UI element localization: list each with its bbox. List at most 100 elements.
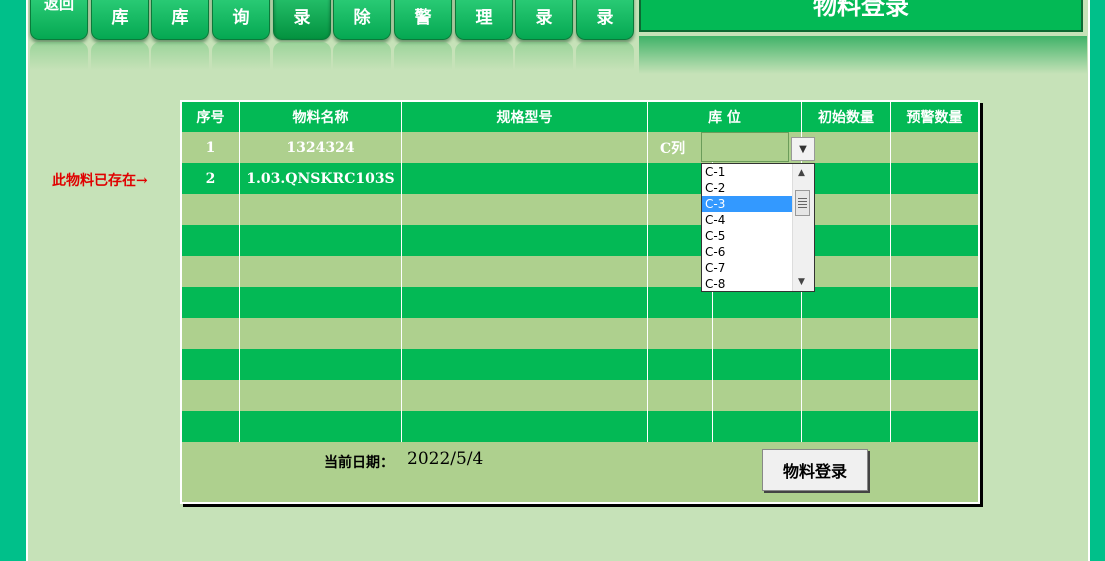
empty-cell[interactable] bbox=[801, 411, 891, 442]
cell-alert-qty[interactable] bbox=[890, 132, 980, 163]
empty-cell[interactable] bbox=[647, 380, 713, 411]
empty-cell[interactable] bbox=[890, 256, 980, 287]
dropdown-option[interactable]: C-4 bbox=[702, 212, 793, 228]
empty-cell[interactable] bbox=[180, 380, 240, 411]
empty-cell[interactable] bbox=[801, 318, 891, 349]
empty-cell[interactable] bbox=[401, 318, 648, 349]
empty-cell[interactable] bbox=[647, 349, 713, 380]
cell-alert-qty[interactable] bbox=[890, 163, 980, 194]
title-reflection bbox=[639, 36, 1087, 74]
location-combobox[interactable]: ▼ bbox=[701, 131, 815, 162]
empty-cell[interactable] bbox=[180, 411, 240, 442]
empty-cell[interactable] bbox=[239, 287, 402, 318]
empty-cell[interactable] bbox=[239, 380, 402, 411]
tab-back[interactable]: 返回 bbox=[30, 0, 88, 40]
cell-seq[interactable]: 2 bbox=[180, 163, 240, 194]
table-footer: 当前日期： 2022/5/4 物料登录 bbox=[181, 442, 979, 503]
material-register-button[interactable]: 物料登录 bbox=[762, 449, 868, 491]
tab-delete[interactable]: 除 bbox=[333, 0, 391, 40]
dropdown-option[interactable]: C-1 bbox=[702, 164, 793, 180]
worksheet: 返回 库 库 询 录 除 警 理 录 录 物料登录 此物料已存在→ 序号 物料名… bbox=[26, 0, 1090, 561]
scroll-down-icon[interactable]: ▼ bbox=[798, 277, 805, 287]
empty-cell[interactable] bbox=[712, 318, 802, 349]
empty-cell[interactable] bbox=[401, 256, 648, 287]
tab-manage[interactable]: 理 bbox=[455, 0, 513, 40]
cell-name[interactable]: 1.03.QNSKRC103S bbox=[239, 163, 402, 194]
empty-cell[interactable] bbox=[890, 287, 980, 318]
dropdown-option[interactable]: C-8 bbox=[702, 276, 793, 292]
tab-reflection bbox=[515, 42, 573, 70]
dropdown-scrollbar[interactable]: ▲ ▼ bbox=[792, 164, 814, 291]
empty-cell[interactable] bbox=[180, 318, 240, 349]
dropdown-option[interactable]: C-2 bbox=[702, 180, 793, 196]
empty-cell[interactable] bbox=[890, 349, 980, 380]
dropdown-option-selected[interactable]: C-3 bbox=[702, 196, 793, 212]
table-row bbox=[180, 380, 980, 411]
tab-record-out[interactable]: 录 bbox=[576, 0, 634, 40]
table-row bbox=[180, 349, 980, 380]
tab-inventory-2[interactable]: 库 bbox=[151, 0, 209, 40]
tab-reflection bbox=[394, 42, 452, 70]
empty-cell[interactable] bbox=[180, 256, 240, 287]
tab-reflection bbox=[151, 42, 209, 70]
dropdown-option[interactable]: C-5 bbox=[702, 228, 793, 244]
tab-register[interactable]: 录 bbox=[273, 0, 331, 40]
tab-record-in[interactable]: 录 bbox=[515, 0, 573, 40]
header-alert-qty: 预警数量 bbox=[890, 101, 980, 132]
dropdown-option[interactable]: C-6 bbox=[702, 244, 793, 260]
scroll-thumb[interactable] bbox=[795, 190, 810, 216]
header-initial-qty: 初始数量 bbox=[801, 101, 891, 132]
empty-cell[interactable] bbox=[180, 225, 240, 256]
empty-cell[interactable] bbox=[239, 349, 402, 380]
empty-cell[interactable] bbox=[401, 287, 648, 318]
table-header-row: 序号 物料名称 规格型号 库 位 初始数量 预警数量 bbox=[180, 101, 980, 132]
location-dropdown-list[interactable]: C-1 C-2 C-3 C-4 C-5 C-6 C-7 C-8 ▲ ▼ bbox=[701, 163, 815, 292]
table-row bbox=[180, 287, 980, 318]
empty-cell[interactable] bbox=[180, 194, 240, 225]
empty-cell[interactable] bbox=[239, 194, 402, 225]
tab-reflection bbox=[333, 42, 391, 70]
empty-cell[interactable] bbox=[239, 411, 402, 442]
table-row bbox=[180, 411, 980, 442]
empty-cell[interactable] bbox=[401, 194, 648, 225]
empty-cell[interactable] bbox=[890, 411, 980, 442]
empty-cell[interactable] bbox=[239, 256, 402, 287]
empty-cell[interactable] bbox=[401, 411, 648, 442]
material-table: 序号 物料名称 规格型号 库 位 初始数量 预警数量 1 1324324 C列 … bbox=[180, 100, 980, 504]
tab-reflection bbox=[576, 42, 634, 70]
table-row bbox=[180, 225, 980, 256]
tab-alert[interactable]: 警 bbox=[394, 0, 452, 40]
empty-cell[interactable] bbox=[890, 380, 980, 411]
empty-cell[interactable] bbox=[890, 318, 980, 349]
dropdown-option[interactable]: C-7 bbox=[702, 260, 793, 276]
empty-cell[interactable] bbox=[712, 380, 802, 411]
empty-cell[interactable] bbox=[180, 349, 240, 380]
scroll-up-icon[interactable]: ▲ bbox=[798, 168, 805, 178]
empty-cell[interactable] bbox=[239, 225, 402, 256]
chevron-down-icon[interactable]: ▼ bbox=[791, 137, 815, 161]
cell-name[interactable]: 1324324 bbox=[239, 132, 402, 163]
empty-cell[interactable] bbox=[647, 318, 713, 349]
empty-cell[interactable] bbox=[401, 380, 648, 411]
empty-cell[interactable] bbox=[801, 349, 891, 380]
exists-warning: 此物料已存在→ bbox=[52, 173, 148, 189]
cell-spec[interactable] bbox=[401, 132, 648, 163]
tab-query[interactable]: 询 bbox=[212, 0, 270, 40]
empty-cell[interactable] bbox=[712, 349, 802, 380]
header-location: 库 位 bbox=[647, 101, 802, 132]
empty-cell[interactable] bbox=[401, 225, 648, 256]
empty-cell[interactable] bbox=[239, 318, 402, 349]
tab-reflection bbox=[455, 42, 513, 70]
empty-cell[interactable] bbox=[890, 194, 980, 225]
cell-spec[interactable] bbox=[401, 163, 648, 194]
cell-seq[interactable]: 1 bbox=[180, 132, 240, 163]
empty-cell[interactable] bbox=[712, 411, 802, 442]
empty-cell[interactable] bbox=[647, 411, 713, 442]
empty-cell[interactable] bbox=[801, 380, 891, 411]
empty-cell[interactable] bbox=[890, 225, 980, 256]
date-value: 2022/5/4 bbox=[407, 449, 484, 469]
location-combobox-field[interactable] bbox=[701, 132, 789, 162]
empty-cell[interactable] bbox=[180, 287, 240, 318]
empty-cell[interactable] bbox=[401, 349, 648, 380]
tab-inventory[interactable]: 库 bbox=[91, 0, 149, 40]
